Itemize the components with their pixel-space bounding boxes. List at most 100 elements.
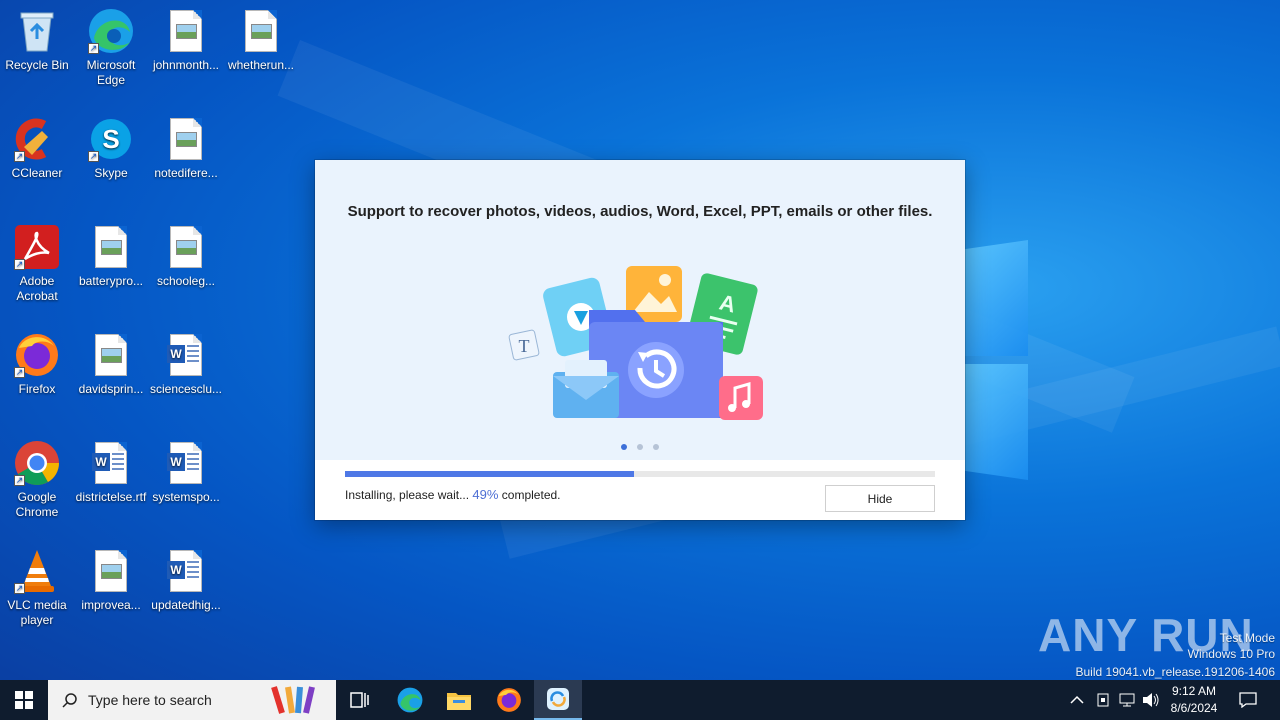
vlc-icon: ↗	[14, 548, 60, 594]
shortcut-arrow-icon: ↗	[14, 259, 25, 270]
svg-text:S: S	[102, 124, 119, 154]
image-file-icon	[163, 224, 209, 270]
image-file-icon	[163, 8, 209, 54]
desktop-icon-label: notedifere...	[154, 166, 218, 180]
desktop-icon-file[interactable]: whetherun...	[224, 2, 298, 73]
word-doc-icon: W	[88, 440, 134, 486]
taskbar-installer-button[interactable]	[534, 680, 582, 720]
tray-network-button[interactable]	[1118, 680, 1136, 720]
desktop-icon-file[interactable]: batterypro...	[74, 218, 148, 289]
desktop-icon-label: Adobe Acrobat	[16, 274, 58, 303]
test-mode-label: Test Mode	[1219, 631, 1275, 645]
clock-date: 8/6/2024	[1170, 701, 1218, 715]
desktop-icon-vlc[interactable]: ↗ VLC media player	[0, 542, 74, 628]
status-prefix: Installing, please wait...	[345, 488, 470, 502]
shortcut-arrow-icon: ↗	[14, 583, 25, 594]
desktop-icon-label: schooleg...	[156, 274, 216, 288]
install-progress-bar	[345, 471, 935, 477]
status-percent: 49%	[472, 487, 499, 502]
installer-app-icon	[547, 688, 569, 710]
desktop-icon-label: sciencesclu...	[149, 382, 223, 396]
tray-usb-button[interactable]	[1095, 680, 1111, 720]
status-suffix: completed.	[501, 488, 561, 502]
search-icon	[62, 693, 77, 708]
installer-hero: Support to recover photos, videos, audio…	[315, 160, 965, 460]
taskbar-edge-button[interactable]	[386, 680, 434, 720]
desktop-icon-file[interactable]: W sciencesclu...	[149, 326, 223, 397]
taskbar-file-explorer-button[interactable]	[435, 680, 483, 720]
tray-overflow-button[interactable]	[1070, 680, 1084, 720]
edge-icon: ↗	[88, 8, 134, 54]
volume-icon	[1143, 693, 1159, 707]
start-button[interactable]	[0, 680, 48, 720]
word-doc-icon: W	[163, 332, 209, 378]
desktop-icon-google-chrome[interactable]: ↗ Google Chrome	[0, 434, 74, 520]
desktop-icon-label: johnmonth...	[152, 58, 220, 72]
shortcut-arrow-icon: ↗	[88, 151, 99, 162]
recovery-illustration: T A	[505, 260, 775, 425]
desktop-icon-file[interactable]: W systemspo...	[149, 434, 223, 505]
text-t-icon: T	[508, 329, 540, 361]
image-file-icon	[238, 8, 284, 54]
carousel-dot[interactable]	[653, 444, 659, 450]
task-view-icon	[350, 692, 369, 708]
taskbar-search-box[interactable]: Type here to search	[48, 680, 336, 720]
device-icon	[1097, 693, 1109, 707]
ccleaner-icon: ↗	[14, 116, 60, 162]
image-file-icon	[88, 332, 134, 378]
desktop-icon-ccleaner[interactable]: ↗ CCleaner	[0, 110, 74, 181]
build-label: Build 19041.vb_release.191206-1406	[1075, 665, 1276, 679]
desktop-icon-label: Microsoft Edge	[86, 58, 136, 87]
desktop-icon-file[interactable]: improvea...	[74, 542, 148, 613]
carousel-dots	[315, 444, 965, 450]
task-view-button[interactable]	[336, 680, 384, 720]
desktop-icon-file[interactable]: davidsprin...	[74, 326, 148, 397]
search-placeholder: Type here to search	[88, 692, 212, 708]
install-progress-fill	[345, 471, 635, 477]
shortcut-arrow-icon: ↗	[14, 475, 25, 486]
desktop-icon-file[interactable]: notedifere...	[149, 110, 223, 181]
taskbar-clock[interactable]: 9:12 AM 8/6/2024	[1160, 683, 1228, 717]
desktop-icon-label: improvea...	[81, 598, 141, 612]
music-card-icon	[719, 376, 763, 420]
tray-volume-button[interactable]	[1142, 680, 1160, 720]
installer-headline: Support to recover photos, videos, audio…	[347, 203, 933, 220]
image-file-icon	[88, 548, 134, 594]
installer-dialog: Support to recover photos, videos, audio…	[315, 160, 965, 520]
desktop-icon-adobe-acrobat[interactable]: ↗ Adobe Acrobat	[0, 218, 74, 304]
desktop-icon-file[interactable]: johnmonth...	[149, 2, 223, 73]
desktop-icon-label: batterypro...	[78, 274, 144, 288]
desktop-icon-microsoft-edge[interactable]: ↗ Microsoft Edge	[74, 2, 148, 88]
action-center-button[interactable]	[1236, 680, 1260, 720]
desktop-icon-label: districtelse.rtf	[75, 490, 147, 504]
chrome-icon: ↗	[14, 440, 60, 486]
desktop-icon-label: Skype	[94, 166, 128, 180]
desktop-icon-label: Google Chrome	[15, 490, 59, 519]
network-icon	[1119, 693, 1135, 707]
desktop-icon-label: systemspo...	[152, 490, 220, 504]
firefox-icon: ↗	[14, 332, 60, 378]
windows-edition-label: Windows 10 Pro	[1187, 647, 1275, 661]
desktop-icon-file[interactable]: W districtelse.rtf	[74, 434, 148, 505]
desktop-icon-firefox[interactable]: ↗ Firefox	[0, 326, 74, 397]
desktop-icon-label: Recycle Bin	[5, 58, 69, 72]
image-file-icon	[88, 224, 134, 270]
shortcut-arrow-icon: ↗	[88, 43, 99, 54]
clock-time: 9:12 AM	[1171, 684, 1217, 698]
desktop-icon-label: CCleaner	[11, 166, 63, 180]
desktop-icon-skype[interactable]: S ↗ Skype	[74, 110, 148, 181]
recycle-bin-icon	[14, 8, 60, 54]
hide-button[interactable]: Hide	[825, 485, 935, 512]
carousel-dot[interactable]	[621, 444, 627, 450]
notification-icon	[1239, 692, 1257, 708]
desktop-icon-label: whetherun...	[227, 58, 295, 72]
desktop-icon-file[interactable]: schooleg...	[149, 218, 223, 289]
desktop-icon-label: Firefox	[18, 382, 56, 396]
search-highlight-brushes-icon	[271, 686, 315, 714]
taskbar-firefox-button[interactable]	[485, 680, 533, 720]
acrobat-icon: ↗	[14, 224, 60, 270]
desktop-icon-file[interactable]: W updatedhig...	[149, 542, 223, 613]
word-doc-icon: W	[163, 548, 209, 594]
carousel-dot[interactable]	[637, 444, 643, 450]
desktop-icon-recycle-bin[interactable]: Recycle Bin	[0, 2, 74, 73]
